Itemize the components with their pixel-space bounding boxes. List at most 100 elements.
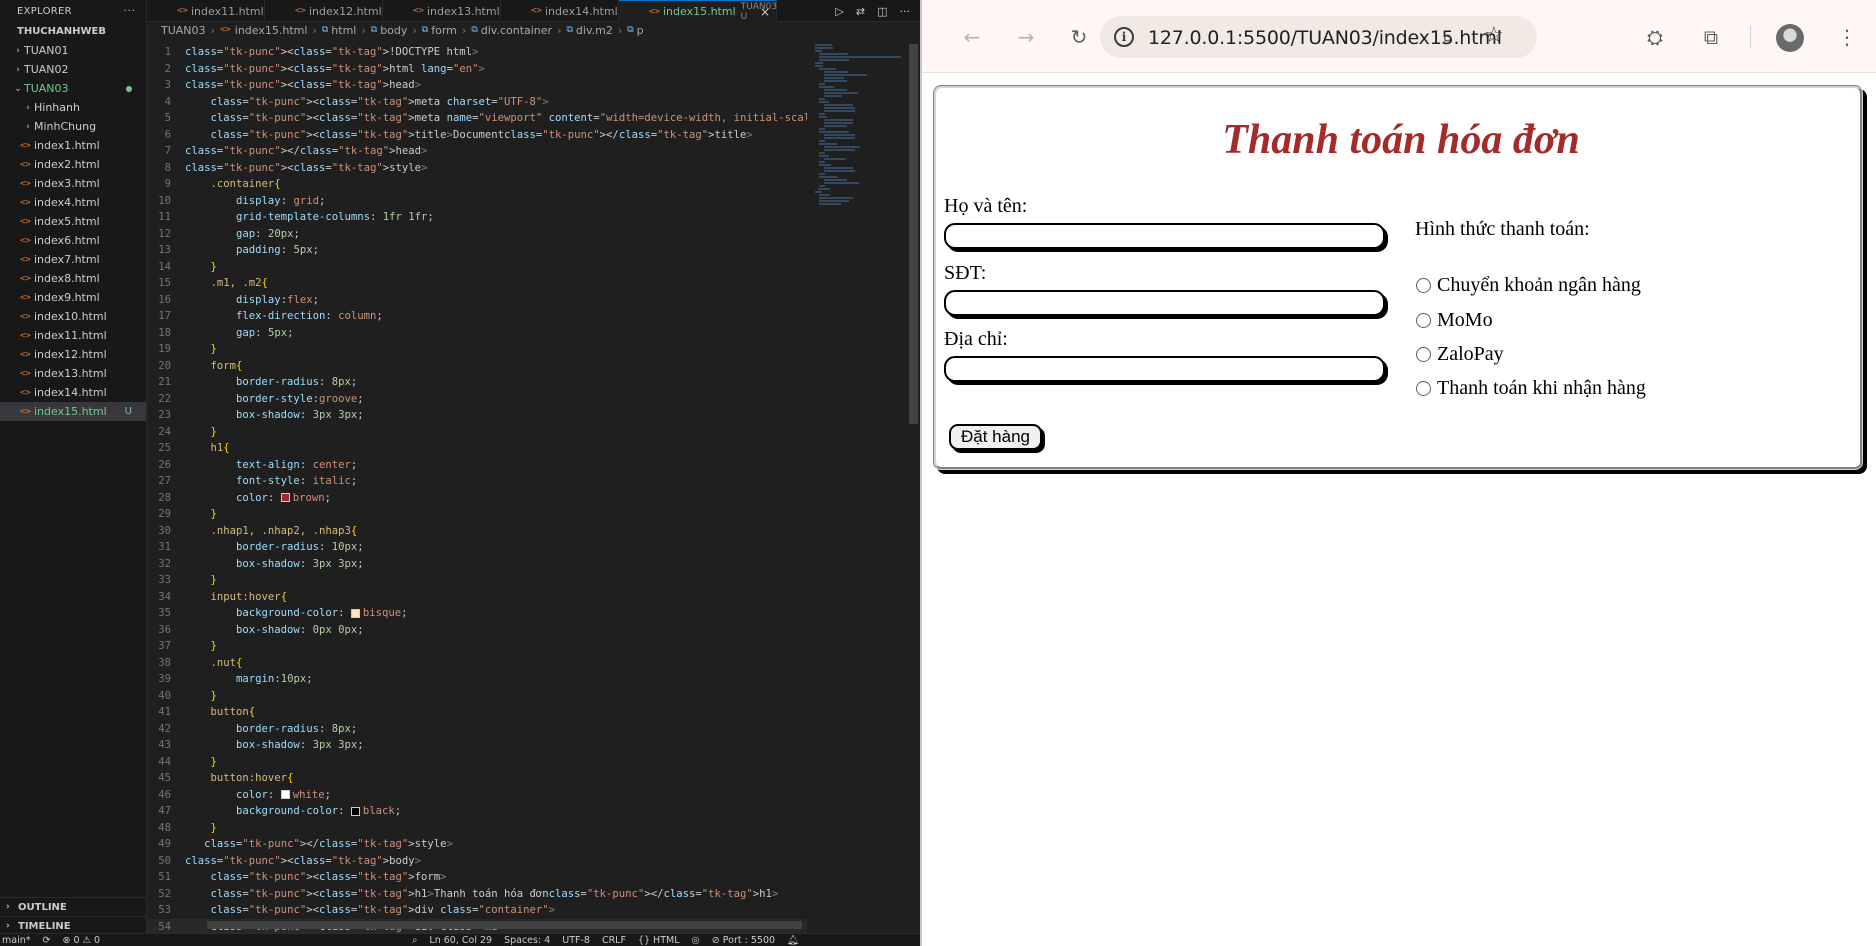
folder-tuan02[interactable]: › TUAN02 <box>0 60 146 79</box>
breadcrumb-item[interactable]: p <box>637 24 644 37</box>
zoom-icon[interactable]: ⌕ <box>1442 25 1453 49</box>
radio-button[interactable] <box>1416 381 1431 396</box>
code-line[interactable]: 33 } <box>147 572 807 589</box>
folder-minhchung[interactable]: › MinhChung <box>0 117 146 136</box>
file-item[interactable]: <> index1.html <box>0 136 146 155</box>
code-line[interactable]: 1 class="tk-punc"><class="tk-tag">!DOCTYP… <box>147 44 807 61</box>
code-line[interactable]: 40 } <box>147 688 807 705</box>
code-line[interactable]: 35 background-color: bisque; <box>147 605 807 622</box>
run-icon[interactable]: ▷ <box>835 5 843 18</box>
branch-status[interactable]: main* <box>2 935 31 946</box>
code-line[interactable]: 34 input:hover{ <box>147 589 807 606</box>
cursor-position[interactable]: Ln 60, Col 29 <box>429 935 492 946</box>
code-line[interactable]: 31 border-radius: 10px; <box>147 539 807 556</box>
tab-index13[interactable]: <> index13.html <box>383 0 501 22</box>
file-item[interactable]: <> index13.html <box>0 364 146 383</box>
tab-index11[interactable]: <> index11.html <box>147 0 265 22</box>
vertical-scrollbar[interactable] <box>907 44 919 933</box>
payment-option-cod[interactable]: Thanh toán khi nhận hàng <box>1416 377 1646 400</box>
compare-icon[interactable]: ⇄ <box>856 5 865 18</box>
copilot-icon[interactable]: ◎ <box>692 935 700 946</box>
code-line[interactable]: 10 display: grid; <box>147 193 807 210</box>
sync-icon[interactable]: ⟳ <box>43 935 51 946</box>
breadcrumb-item[interactable]: form <box>431 24 457 37</box>
code-editor[interactable]: 1 class="tk-punc"><class="tk-tag">!DOCTYP… <box>147 44 807 933</box>
phone-field[interactable] <box>944 290 1385 316</box>
code-line[interactable]: 52 class="tk-punc"><class="tk-tag">h1>Th… <box>147 886 807 903</box>
file-item[interactable]: <> index3.html <box>0 174 146 193</box>
code-line[interactable]: 48 } <box>147 820 807 837</box>
code-line[interactable]: 6 class="tk-punc"><class="tk-tag">title>… <box>147 127 807 144</box>
tab-index12[interactable]: <> index12.html <box>265 0 383 22</box>
payment-option-zalopay[interactable]: ZaloPay <box>1416 343 1504 366</box>
code-line[interactable]: 24 } <box>147 424 807 441</box>
code-line[interactable]: 50 class="tk-punc"><class="tk-tag">body> <box>147 853 807 870</box>
code-line[interactable]: 2 class="tk-punc"><class="tk-tag">html la… <box>147 61 807 78</box>
code-line[interactable]: 7 class="tk-punc"></class="tk-tag">head> <box>147 143 807 160</box>
code-line[interactable]: 19 } <box>147 341 807 358</box>
code-line[interactable]: 8 class="tk-punc"><class="tk-tag">style> <box>147 160 807 177</box>
order-button[interactable]: Đặt hàng <box>949 424 1042 450</box>
code-line[interactable]: 9 .container{ <box>147 176 807 193</box>
payment-option-bank[interactable]: Chuyển khoản ngân hàng <box>1416 274 1641 297</box>
code-line[interactable]: 13 padding: 5px; <box>147 242 807 259</box>
code-line[interactable]: 46 color: white; <box>147 787 807 804</box>
file-item[interactable]: <> index15.html U <box>0 402 146 421</box>
name-field[interactable] <box>944 223 1385 249</box>
file-item[interactable]: <> index2.html <box>0 155 146 174</box>
breadcrumb-item[interactable]: TUAN03 <box>161 24 206 37</box>
file-item[interactable]: <> index10.html <box>0 307 146 326</box>
breadcrumb-item[interactable]: div.m2 <box>576 24 613 37</box>
extensions-icon[interactable]: ⧉ <box>1694 20 1728 54</box>
file-item[interactable]: <> index7.html <box>0 250 146 269</box>
search-icon[interactable]: ⌕ <box>412 935 417 946</box>
code-line[interactable]: 23 box-shadow: 3px 3px; <box>147 407 807 424</box>
radio-button[interactable] <box>1416 313 1431 328</box>
site-info-icon[interactable]: i <box>1114 27 1134 47</box>
radio-button[interactable] <box>1416 278 1431 293</box>
code-line[interactable]: 15 .m1, .m2{ <box>147 275 807 292</box>
code-line[interactable]: 42 border-radius: 8px; <box>147 721 807 738</box>
code-line[interactable]: 16 display:flex; <box>147 292 807 309</box>
live-server-port[interactable]: ⊘ Port : 5500 <box>712 935 775 946</box>
code-line[interactable]: 26 text-align: center; <box>147 457 807 474</box>
code-line[interactable]: 53 class="tk-punc"><class="tk-tag">div c… <box>147 902 807 919</box>
code-line[interactable]: 29 } <box>147 506 807 523</box>
file-item[interactable]: <> index5.html <box>0 212 146 231</box>
code-line[interactable]: 51 class="tk-punc"><class="tk-tag">form> <box>147 869 807 886</box>
bell-icon[interactable]: 🔔︎ <box>787 935 799 946</box>
horizontal-scrollbar[interactable] <box>207 921 802 929</box>
file-item[interactable]: <> index9.html <box>0 288 146 307</box>
code-line[interactable]: 36 box-shadow: 0px 0px; <box>147 622 807 639</box>
file-item[interactable]: <> index8.html <box>0 269 146 288</box>
file-item[interactable]: <> index11.html <box>0 326 146 345</box>
code-line[interactable]: 21 border-radius: 8px; <box>147 374 807 391</box>
scrollbar-thumb[interactable] <box>909 44 918 424</box>
code-line[interactable]: 25 h1{ <box>147 440 807 457</box>
profile-avatar[interactable] <box>1776 24 1804 52</box>
code-line[interactable]: 44 } <box>147 754 807 771</box>
code-line[interactable]: 4 class="tk-punc"><class="tk-tag">meta c… <box>147 94 807 111</box>
breadcrumb-item[interactable]: html <box>331 24 356 37</box>
code-line[interactable]: 28 color: brown; <box>147 490 807 507</box>
file-item[interactable]: <> index12.html <box>0 345 146 364</box>
payment-option-momo[interactable]: MoMo <box>1416 309 1493 332</box>
folder-tuan03[interactable]: ⌄ TUAN03 <box>0 79 146 98</box>
code-line[interactable]: 18 gap: 5px; <box>147 325 807 342</box>
more-actions-icon[interactable]: ··· <box>123 6 136 17</box>
code-line[interactable]: 22 border-style:groove; <box>147 391 807 408</box>
indentation-status[interactable]: Spaces: 4 <box>504 935 550 946</box>
problems-status[interactable]: ⊗ 0 ⚠ 0 <box>62 935 100 946</box>
translate-icon[interactable]: ⛭ <box>1638 20 1672 54</box>
address-field[interactable] <box>944 356 1385 382</box>
breadcrumb-item[interactable]: index15.html <box>235 24 308 37</box>
reload-icon[interactable]: ↻ <box>1064 22 1094 52</box>
tab-index14[interactable]: <> index14.html <box>501 0 619 22</box>
code-line[interactable]: 27 font-style: italic; <box>147 473 807 490</box>
code-line[interactable]: 37 } <box>147 638 807 655</box>
code-line[interactable]: 39 margin:10px; <box>147 671 807 688</box>
language-status[interactable]: {} HTML <box>638 935 680 946</box>
radio-button[interactable] <box>1416 347 1431 362</box>
code-line[interactable]: 20 form{ <box>147 358 807 375</box>
split-editor-icon[interactable]: ◫ <box>877 5 887 18</box>
